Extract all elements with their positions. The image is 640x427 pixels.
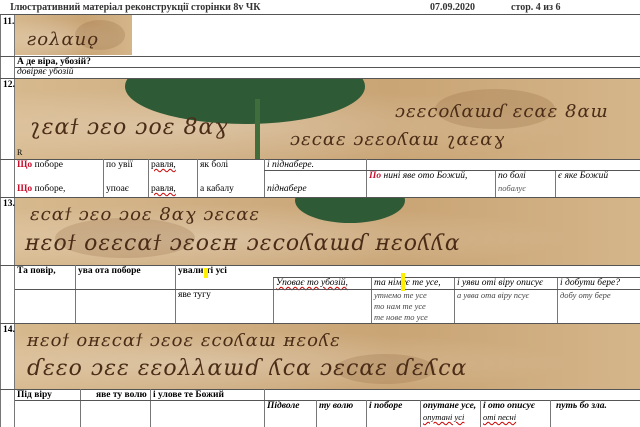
page-number: стор. 4 из 6 bbox=[511, 2, 561, 13]
gloss-phrase: яве тугу bbox=[178, 290, 211, 300]
row-number-14: 14. bbox=[3, 325, 15, 335]
marker-r: R bbox=[17, 148, 23, 157]
gloss-word: по увії bbox=[106, 160, 133, 170]
row-number-11: 11. bbox=[3, 17, 15, 27]
gloss-word: піднаберe bbox=[267, 184, 307, 194]
gloss-word: як болі bbox=[200, 160, 229, 170]
gloss-word: Та повір, bbox=[17, 266, 56, 276]
gloss-variant: те нове то усе bbox=[374, 312, 428, 322]
gloss-variant: добу оту бере bbox=[560, 290, 611, 300]
gloss-word: равля, bbox=[151, 160, 176, 170]
manuscript-text: ɛcαϯ ɔɛo ɔoɛ 8αɣ ɔɛcαɛ bbox=[30, 204, 261, 225]
manuscript-text: ʜɛoϯ oʜɛcαϯ ɔɛoɛ ɛcoʎαɯ ʜɛoʎɛ bbox=[27, 330, 341, 351]
gloss-word: яве ту волю bbox=[96, 390, 147, 400]
document-date: 07.09.2020 bbox=[430, 2, 475, 13]
gloss-word: Що поборе, bbox=[17, 184, 66, 194]
highlight-mark bbox=[204, 268, 208, 278]
manuscript-text: ʅɛαϯ ɔɛo ɔoɛ 8αɣ bbox=[30, 115, 229, 140]
document-title: Ілюстративний матеріал реконструкції сто… bbox=[10, 2, 261, 13]
gloss-phrase: і ото описує bbox=[483, 401, 535, 411]
question-text: А де віра, убозій? bbox=[17, 57, 91, 67]
table-outer-border bbox=[0, 14, 1, 427]
gloss-phrase: По нині яве ото Божий, bbox=[369, 171, 468, 181]
gloss-variant: побалує bbox=[498, 183, 526, 193]
row-number-12: 12. bbox=[3, 80, 15, 90]
gloss-word: і піднаберe. bbox=[267, 160, 315, 170]
manuscript-text: ʜɛoϯ oɛɛcαϯ ɔɛoɛʜ ɔɛcoʎαɯɗ ʜɛoʎʎα bbox=[25, 231, 461, 256]
row-divider bbox=[15, 67, 640, 68]
gloss-variant: утнемо те усе bbox=[374, 290, 427, 300]
gloss-phrase: та німує те усе, bbox=[374, 278, 441, 288]
gloss-phrase: Підволе bbox=[267, 401, 300, 411]
gloss-word: і улове те Божий bbox=[153, 390, 224, 400]
gloss-variant: а увва ота віру псує bbox=[457, 290, 530, 300]
gloss-word: Що поборе bbox=[17, 160, 63, 170]
row-divider bbox=[0, 159, 640, 160]
gloss-word: а кабалу bbox=[200, 184, 234, 194]
row-number-13: 13. bbox=[3, 199, 15, 209]
gloss-phrase: ту волю bbox=[319, 401, 354, 411]
manuscript-text: ƨoλαиǫ bbox=[27, 29, 100, 50]
gloss-phrase: путь бо зла. bbox=[556, 401, 607, 411]
gloss-phrase: і поборе bbox=[369, 401, 403, 411]
gloss-word: Під віру bbox=[17, 390, 52, 400]
gloss-phrase: є яке Божий bbox=[558, 171, 609, 181]
manuscript-text: ɗɛɛo ɔɛɛ ɛɛoλλαɯɗ ʎcα ɔɛcαɛ ɗɛʎcα bbox=[27, 356, 468, 381]
gloss-word: упоає bbox=[106, 184, 129, 194]
highlight-mark bbox=[401, 273, 405, 291]
manuscript-strip-11: ƨoλαиǫ bbox=[15, 15, 132, 55]
gloss-phrase: по болі bbox=[498, 171, 526, 181]
answer-text: довіряє убозій bbox=[17, 67, 74, 77]
gloss-word: равля, bbox=[151, 184, 176, 194]
gloss-word: ува ота поборе bbox=[78, 266, 141, 276]
row-divider bbox=[0, 56, 640, 57]
manuscript-strip-14: ʜɛoϯ oʜɛcαϯ ɔɛoɛ ɛcoʎαɯ ʜɛoʎɛ ɗɛɛo ɔɛɛ ɛ… bbox=[15, 324, 640, 389]
gloss-variant: оті песні bbox=[483, 412, 517, 422]
manuscript-strip-12: ʅɛαϯ ɔɛo ɔoɛ 8αɣ ɔɛɛcoʎαɯɗ ɛcαɛ 8αɯ ɔɛcα… bbox=[15, 79, 640, 159]
manuscript-strip-13: ɛcαϯ ɔɛo ɔoɛ 8αɣ ɔɛcαɛ ʜɛoϯ oɛɛcαϯ ɔɛoɛʜ… bbox=[15, 198, 640, 265]
gloss-phrase: Уповає то убозій, bbox=[276, 278, 348, 288]
manuscript-text: ɔɛcαɛ ɔɛɛoʎαɯ ʅαɛαɣ bbox=[290, 129, 506, 150]
gloss-word: ували ті усі bbox=[178, 266, 227, 276]
gloss-variant: то нам те усе bbox=[374, 301, 426, 311]
gloss-phrase: і уяви оті віру описує bbox=[457, 278, 544, 288]
manuscript-text: ɔɛɛcoʎαɯɗ ɛcαɛ 8αɯ bbox=[395, 101, 609, 122]
gloss-variant: опутані усі bbox=[423, 412, 465, 422]
gloss-phrase: і добути бере? bbox=[560, 278, 621, 288]
gloss-phrase: опутане усе, bbox=[423, 401, 477, 411]
